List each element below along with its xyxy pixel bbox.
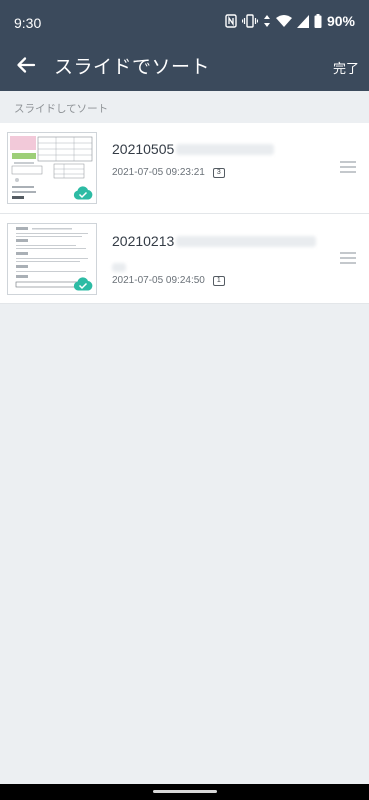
- status-time: 9:30: [14, 15, 42, 31]
- home-gesture-pill[interactable]: [153, 790, 217, 793]
- battery-percent: 90%: [326, 13, 355, 29]
- redacted-name-suffix: [176, 235, 317, 247]
- section-header: スライドしてソート: [0, 91, 369, 123]
- document-datetime: 2021-07-05 09:24:50: [112, 275, 205, 286]
- app-bar: スライドでソート 完了: [0, 42, 369, 91]
- document-name-text: 20210505: [112, 141, 175, 157]
- drag-handle-icon[interactable]: [340, 252, 356, 267]
- section-header-label: スライドしてソート: [14, 103, 109, 115]
- cloud-synced-icon: [73, 186, 93, 200]
- back-arrow-icon[interactable]: [12, 51, 40, 79]
- page-count-badge: 3: [212, 167, 225, 178]
- done-button[interactable]: 完了: [333, 58, 359, 77]
- document-thumbnail: [7, 132, 97, 204]
- document-datetime: 2021-07-05 09:23:21: [112, 167, 205, 178]
- document-row[interactable]: 20210213 2021-07-05 09:24:50 1: [0, 214, 369, 304]
- wifi-icon: [275, 14, 292, 27]
- document-row[interactable]: 20210505 2021-07-05 09:23:21 3: [0, 123, 369, 214]
- cell-signal-icon: [296, 14, 309, 28]
- data-saver-icon: [263, 15, 270, 27]
- drag-handle-icon[interactable]: [340, 161, 356, 176]
- cloud-synced-icon: [73, 277, 93, 291]
- top-bar: 9:30 90% スライドでソート 完了: [0, 0, 369, 91]
- document-list: 20210505 2021-07-05 09:23:21 3 20210213 …: [0, 123, 369, 304]
- status-bar: 9:30 90%: [0, 0, 369, 42]
- page-count-badge: 1: [212, 275, 225, 286]
- redacted-name-suffix: [176, 143, 275, 155]
- document-meta: 2021-07-05 09:24:50 1: [112, 275, 225, 286]
- battery-icon: [314, 14, 322, 28]
- document-name: 20210213: [112, 233, 317, 249]
- document-thumbnail: [7, 223, 97, 295]
- nfc-icon: [225, 14, 237, 28]
- redacted-name-continuation: [112, 263, 126, 272]
- vibrate-icon: [241, 14, 258, 28]
- status-icons: 90%: [225, 13, 355, 29]
- page-title: スライドでソート: [54, 57, 211, 78]
- document-meta: 2021-07-05 09:23:21 3: [112, 167, 225, 178]
- system-nav-bar: [0, 784, 369, 800]
- document-name: 20210505: [112, 141, 275, 157]
- document-name-text: 20210213: [112, 233, 175, 249]
